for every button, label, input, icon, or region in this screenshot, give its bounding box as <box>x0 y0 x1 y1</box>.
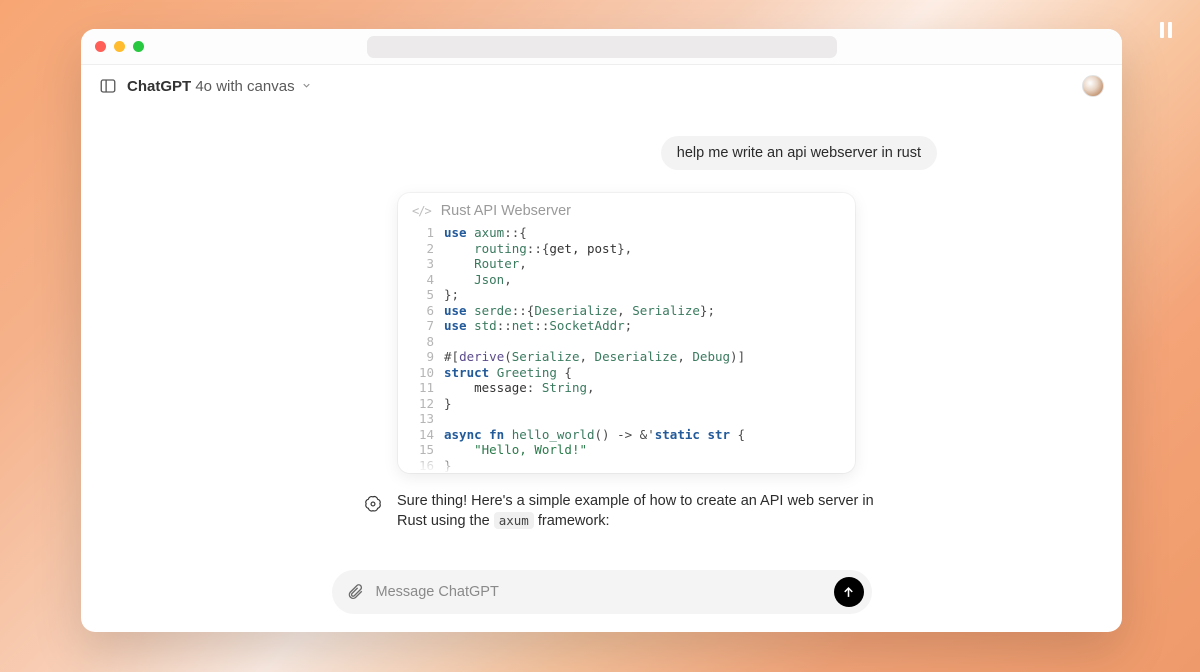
line-number: 1 <box>412 225 434 241</box>
minimize-dot[interactable] <box>114 41 125 52</box>
model-selector[interactable]: ChatGPT 4o with canvas <box>127 78 312 95</box>
line-number: 11 <box>412 380 434 396</box>
code-line: 2 routing::{get, post}, <box>412 241 841 257</box>
avatar[interactable] <box>1082 75 1104 97</box>
line-number: 6 <box>412 303 434 319</box>
code-line: 6 use serde::{Deserialize, Serialize}; <box>412 303 841 319</box>
inline-code: axum <box>494 512 534 529</box>
ai-text-post: framework: <box>534 513 610 529</box>
code-content: routing::{get, post}, <box>444 241 632 257</box>
close-dot[interactable] <box>95 41 106 52</box>
line-number: 12 <box>412 396 434 412</box>
ai-message-row: Sure thing! Here's a simple example of h… <box>363 492 883 531</box>
code-content: use std::net::SocketAddr; <box>444 318 632 334</box>
code-icon: </> <box>412 204 431 218</box>
code-line: 11 message: String, <box>412 380 841 396</box>
code-content: struct Greeting { <box>444 365 572 381</box>
send-button[interactable] <box>834 577 864 607</box>
canvas-title: Rust API Webserver <box>441 203 571 219</box>
line-number: 8 <box>412 334 434 350</box>
titlebar <box>81 29 1122 65</box>
topbar: ChatGPT 4o with canvas <box>81 65 1122 107</box>
app-window: ChatGPT 4o with canvas help me write an … <box>81 29 1122 632</box>
chevron-down-icon <box>301 80 312 91</box>
ai-message-text: Sure thing! Here's a simple example of h… <box>397 492 883 531</box>
user-message-text: help me write an api webserver in rust <box>677 145 921 161</box>
code-line: 13 <box>412 411 841 427</box>
line-number: 9 <box>412 349 434 365</box>
pause-icon[interactable] <box>1160 22 1172 38</box>
code-line: 9 #[derive(Serialize, Deserialize, Debug)… <box>412 349 841 365</box>
url-pill <box>367 36 837 58</box>
app-name: ChatGPT <box>127 78 191 95</box>
code-block[interactable]: 1use axum::{2 routing::{get, post},3 Rou… <box>398 225 855 473</box>
user-message-bubble: help me write an api webserver in rust <box>661 136 937 170</box>
code-line: 12} <box>412 396 841 412</box>
code-content: async fn hello_world() -> &'static str { <box>444 427 745 443</box>
chat-content: help me write an api webserver in rust <… <box>81 107 1122 632</box>
line-number: 4 <box>412 272 434 288</box>
code-line: 8 <box>412 334 841 350</box>
openai-logo-icon <box>363 494 383 514</box>
code-line: 5}; <box>412 287 841 303</box>
code-content: Json, <box>444 272 512 288</box>
code-content: Router, <box>444 256 527 272</box>
line-number: 10 <box>412 365 434 381</box>
code-content: use serde::{Deserialize, Serialize}; <box>444 303 715 319</box>
code-line: 1 use axum::{ <box>412 225 841 241</box>
code-content: message: String, <box>444 380 595 396</box>
maximize-dot[interactable] <box>133 41 144 52</box>
code-line: 4 Json, <box>412 272 841 288</box>
canvas-card[interactable]: </> Rust API Webserver 1use axum::{2 rou… <box>398 193 855 473</box>
line-number: 2 <box>412 241 434 257</box>
input-placeholder: Message ChatGPT <box>376 584 822 600</box>
code-line: 7 use std::net::SocketAddr; <box>412 318 841 334</box>
code-content: }; <box>444 287 459 303</box>
fade-overlay <box>398 455 855 473</box>
line-number: 13 <box>412 411 434 427</box>
line-number: 7 <box>412 318 434 334</box>
line-number: 3 <box>412 256 434 272</box>
code-content: #[derive(Serialize, Deserialize, Debug)] <box>444 349 745 365</box>
code-line: 3 Router, <box>412 256 841 272</box>
attach-icon[interactable] <box>346 583 364 601</box>
model-suffix: 4o with canvas <box>195 78 294 95</box>
code-content: use axum::{ <box>444 225 527 241</box>
code-line: 14 async fn hello_world() -> &'static str… <box>412 427 841 443</box>
ai-text-pre: Sure thing! Here's a simple example of h… <box>397 493 874 529</box>
sidebar-toggle-icon[interactable] <box>99 77 117 95</box>
line-number: 5 <box>412 287 434 303</box>
canvas-header: </> Rust API Webserver <box>398 193 855 225</box>
message-input-bar[interactable]: Message ChatGPT <box>332 570 872 614</box>
code-content: } <box>444 396 452 412</box>
code-line: 10 struct Greeting { <box>412 365 841 381</box>
traffic-lights[interactable] <box>95 41 144 52</box>
line-number: 14 <box>412 427 434 443</box>
